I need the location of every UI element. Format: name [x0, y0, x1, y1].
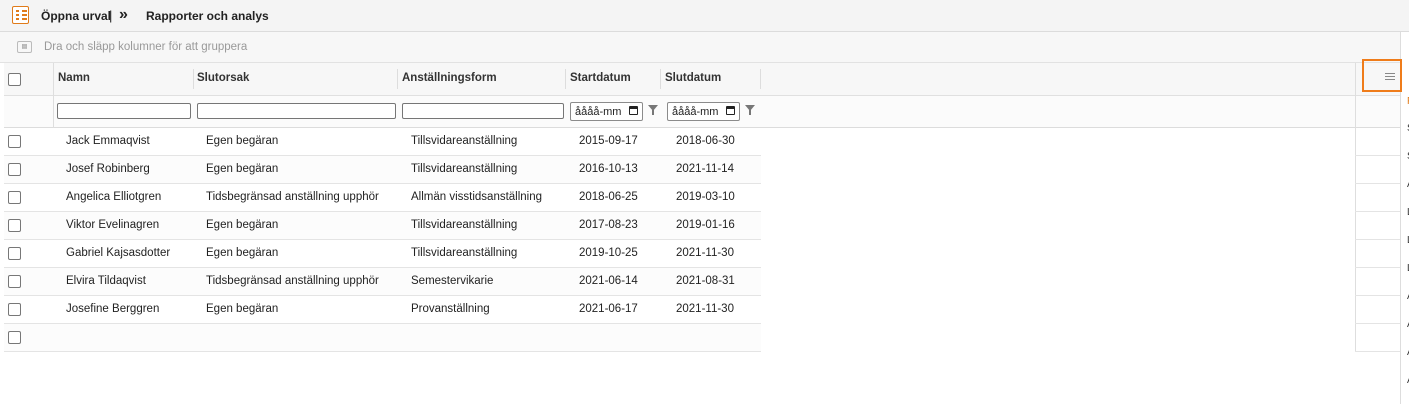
group-by-hint: Dra och släpp kolumner för att gruppera: [44, 41, 248, 53]
row-checkbox[interactable]: [8, 191, 21, 204]
table-row[interactable]: [4, 324, 761, 352]
table-row[interactable]: Elvira Tildaqvist Tidsbegränsad anställni…: [4, 268, 761, 296]
table-cell-form: Tillsvidareanställning: [411, 247, 518, 259]
table-row[interactable]: Gabriel Kajsasdotter Egen begäran Tillsvid…: [4, 240, 761, 268]
row-checkbox[interactable]: [8, 247, 21, 260]
table-cell-form: Tillsvidareanställning: [411, 219, 518, 231]
table-cell-start: 2016-10-13: [579, 163, 638, 175]
filter-date-startdatum[interactable]: åååå-mm: [570, 102, 643, 121]
table-cell-form: Tillsvidareanställning: [411, 135, 518, 147]
group-by-icon: ▤: [17, 41, 32, 53]
table-cell-slut: 2021-11-14: [676, 163, 734, 175]
selection-list-icon[interactable]: [12, 6, 29, 24]
table-row[interactable]: Viktor Evelinagren Egen begäran Tillsvidar…: [4, 212, 761, 240]
filter-input-slutorsak[interactable]: [197, 103, 396, 119]
column-header-slutdatum[interactable]: Slutdatum: [665, 72, 721, 84]
column-header-namn[interactable]: Namn: [58, 72, 90, 84]
open-selection-button[interactable]: Öppna urval: [41, 9, 111, 23]
table-cell-slutorsak: Egen begäran: [206, 247, 279, 259]
table-cell-form: Tillsvidareanställning: [411, 163, 518, 175]
calendar-icon[interactable]: [726, 106, 735, 115]
table-cell-slut: 2021-08-31: [676, 275, 735, 287]
table-cell-slut: 2019-03-10: [676, 191, 735, 203]
column-header-slutorsak[interactable]: Slutorsak: [197, 72, 249, 84]
row-checkbox[interactable]: [8, 275, 21, 288]
table-cell-slut: 2018-06-30: [676, 135, 735, 147]
filter-date-slutdatum[interactable]: åååå-mm: [667, 102, 740, 121]
table-cell-namn: Elvira Tildaqvist: [66, 275, 146, 287]
table-cell-namn: Gabriel Kajsasdotter: [66, 247, 171, 259]
row-checkbox[interactable]: [8, 135, 21, 148]
table-cell-slut: 2021-11-30: [676, 303, 734, 315]
column-header-anstallningsform[interactable]: Anställningsform: [402, 72, 497, 84]
table-cell-namn: Jack Emmaqvist: [66, 135, 150, 147]
grid-header-row: Namn Slutorsak Anställningsform Startdat…: [4, 63, 1400, 96]
row-checkbox[interactable]: [8, 331, 21, 344]
toolbar-separator: |: [109, 8, 113, 23]
table-row[interactable]: Josefine Berggren Egen begäran Provanställ…: [4, 296, 761, 324]
table-cell-start: 2018-06-25: [579, 191, 638, 203]
filter-input-namn[interactable]: [57, 103, 191, 119]
table-cell-slutorsak: Egen begäran: [206, 163, 279, 175]
filter-input-anstallningsform[interactable]: [402, 103, 564, 119]
date-placeholder: åååå-mm: [672, 106, 719, 118]
filter-icon[interactable]: [745, 105, 755, 115]
date-placeholder: åååå-mm: [575, 106, 622, 118]
table-cell-slutorsak: Egen begäran: [206, 303, 279, 315]
chevron-right-icon: »: [119, 6, 128, 23]
row-checkbox[interactable]: [8, 163, 21, 176]
table-cell-start: 2021-06-17: [579, 303, 638, 315]
row-checkbox[interactable]: [8, 219, 21, 232]
table-row[interactable]: Angelica Elliotgren Tidsbegränsad anställ…: [4, 184, 761, 212]
table-cell-slutorsak: Egen begäran: [206, 135, 279, 147]
column-header-startdatum[interactable]: Startdatum: [570, 72, 631, 84]
table-cell-namn: Josefine Berggren: [66, 303, 160, 315]
calendar-icon[interactable]: [629, 106, 638, 115]
table-row[interactable]: Josef Robinberg Egen begäran Tillsvidarean…: [4, 156, 761, 184]
select-all-checkbox[interactable]: [8, 73, 21, 86]
table-cell-start: 2021-06-14: [579, 275, 638, 287]
table-cell-namn: Josef Robinberg: [66, 163, 150, 175]
table-row[interactable]: Jack Emmaqvist Egen begäran Tillsvidareans…: [4, 128, 761, 156]
table-cell-slutorsak: Tidsbegränsad anställning upphör: [206, 275, 379, 287]
page-title: Rapporter och analys: [146, 9, 269, 23]
filter-icon[interactable]: [648, 105, 658, 115]
table-cell-form: Provanställning: [411, 303, 490, 315]
group-by-panel[interactable]: ▤ Dra och släpp kolumner för att grupper…: [0, 32, 1400, 63]
table-cell-form: Semestervikarie: [411, 275, 494, 287]
table-cell-namn: Viktor Evelinagren: [66, 219, 160, 231]
table-cell-namn: Angelica Elliotgren: [66, 191, 162, 203]
top-toolbar: Öppna urval | » Rapporter och analys: [0, 0, 1409, 32]
table-cell-slut: 2019-01-16: [676, 219, 735, 231]
table-cell-slutorsak: Tidsbegränsad anställning upphör: [206, 191, 379, 203]
table-cell-start: 2017-08-23: [579, 219, 638, 231]
table-cell-start: 2015-09-17: [579, 135, 638, 147]
table-cell-slutorsak: Egen begäran: [206, 219, 279, 231]
filter-row: åååå-mm åååå-mm: [4, 96, 1400, 128]
table-cell-start: 2019-10-25: [579, 247, 638, 259]
data-grid: Namn Slutorsak Anställningsform Startdat…: [4, 59, 1402, 404]
column-menu-button[interactable]: [1362, 59, 1402, 92]
table-cell-slut: 2021-11-30: [676, 247, 734, 259]
table-cell-form: Allmän visstidsanställning: [411, 191, 543, 203]
row-checkbox[interactable]: [8, 303, 21, 316]
